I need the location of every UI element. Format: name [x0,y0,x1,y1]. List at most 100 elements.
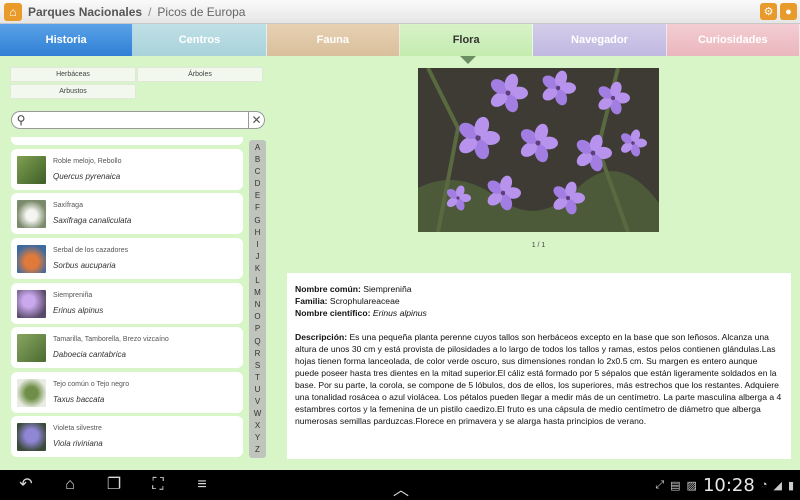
species-thumbnail [17,378,46,407]
breadcrumb-park[interactable]: Picos de Europa [157,5,245,19]
scientific-name-label: Nombre científico: [295,308,371,318]
menu-icon[interactable]: ≡ [190,475,214,495]
expand-icon: ⤢ [655,478,665,491]
list-item-partial [11,137,243,145]
tab-curiosidades[interactable]: Curiosidades [666,24,800,56]
species-thumbnail [17,422,46,451]
species-detail-panel: Nombre común: Siempreniña Familia: Scrop… [287,273,791,459]
user-icon[interactable]: ● [780,3,797,20]
family-label: Familia: [295,296,328,306]
alphabet-letter[interactable]: A [255,142,260,154]
alphabet-letter[interactable]: Y [255,432,260,444]
species-common-name: Violeta silvestre [53,424,102,432]
species-thumbnail [17,155,46,184]
alphabet-letter[interactable]: T [255,372,260,384]
clock: 10:28 [702,474,755,496]
filter-arboles[interactable]: Árboles [137,67,263,82]
alphabet-letter[interactable]: X [255,420,260,432]
alphabet-letter[interactable]: Z [255,444,260,456]
scientific-name-value: Erinus alpinus [372,308,427,318]
sd-card-icon: ▤ [670,479,681,492]
tab-historia[interactable]: Historia [0,24,134,56]
alphabet-letter[interactable]: J [256,251,260,263]
alphabet-letter[interactable]: D [255,178,261,190]
species-scientific-name: Sorbus aucuparia [53,260,116,270]
filter-herbaceas[interactable]: Herbáceas [10,67,136,82]
tab-navegador[interactable]: Navegador [533,24,667,56]
screenshot-icon[interactable]: ⛶ [146,475,170,495]
active-tab-pointer-icon [460,56,476,64]
clear-search-icon[interactable]: ✕ [248,112,264,128]
species-photo[interactable] [418,68,659,232]
section-tabs: Historia Centros Fauna Flora Navegador C… [0,24,800,56]
list-item[interactable]: Roble melojo, Rebollo Quercus pyrenaica [11,149,243,190]
tab-centros[interactable]: Centros [133,24,267,56]
species-scientific-name: Erinus alpinus [53,305,104,315]
species-common-name: Tamarilla, Tamborella, Brezo vizcaíno [53,335,169,343]
alphabet-letter[interactable]: U [255,384,261,396]
gallery-icon: ▨ [686,479,697,492]
list-item[interactable]: Tamarilla, Tamborella, Brezo vizcaíno Da… [11,327,243,368]
alphabet-letter[interactable]: P [255,323,260,335]
family-value: Scrophulareaceae [329,296,400,306]
alphabet-letter[interactable]: K [255,263,260,275]
species-common-name: Roble melojo, Rebollo [53,157,122,165]
alphabet-letter[interactable]: F [255,202,260,214]
species-scientific-name: Daboecia cantabrica [53,349,126,359]
species-thumbnail [17,289,46,318]
species-common-name: Saxífraga [53,201,83,209]
species-thumbnail [17,333,46,362]
common-name-label: Nombre común: [295,284,361,294]
species-thumbnail [17,244,46,273]
species-scientific-name: Viola riviniana [53,438,103,448]
common-name-value: Siempreniña [363,284,412,294]
home-nav-icon[interactable]: ⌂ [58,475,82,495]
species-scientific-name: Taxus baccata [53,394,105,404]
list-item[interactable]: Saxífraga Saxifraga canaliculata [11,193,243,234]
wifi-icon: ◔ [760,479,768,491]
battery-icon: ▮ [787,479,794,492]
species-scientific-name: Quercus pyrenaica [53,171,121,181]
back-icon[interactable]: ↶ [14,475,38,495]
alphabet-letter[interactable]: S [255,360,260,372]
alphabet-letter[interactable]: M [254,287,261,299]
species-list[interactable]: Roble melojo, Rebollo Quercus pyrenaica … [11,132,244,460]
filter-arbustos[interactable]: Arbustos [10,84,136,99]
alphabet-letter[interactable]: B [255,154,260,166]
alphabet-letter[interactable]: W [254,408,262,420]
alphabet-letter[interactable]: R [255,348,261,360]
search-bar: ⚲ ✕ [11,111,265,129]
home-icon[interactable]: ⌂ [4,2,22,21]
alphabet-letter[interactable]: L [255,275,259,287]
tab-flora[interactable]: Flora [399,24,534,56]
list-item[interactable]: Tejo común o Tejo negro Taxus baccata [11,372,243,413]
description-label: Descripción: [295,332,348,342]
description-text: Es una pequeña planta perenne cuyos tall… [295,332,782,426]
alphabet-letter[interactable]: O [254,311,260,323]
species-common-name: Serbal de los cazadores [53,246,129,254]
alphabet-letter[interactable]: N [255,299,261,311]
alphabet-letter[interactable]: Q [254,336,260,348]
list-item[interactable]: Siempreniña Erinus alpinus [11,283,243,324]
settings-gear-icon[interactable]: ⚙ [760,3,777,20]
alphabet-letter[interactable]: I [256,239,258,251]
alphabet-index[interactable]: ABCDEFGHIJKLMNOPQRSTUVWXYZ [249,140,266,458]
search-icon: ⚲ [16,113,26,127]
breadcrumb-separator: / [148,4,152,19]
search-input[interactable] [29,113,248,127]
list-item[interactable]: Violeta silvestre Viola riviniana [11,416,243,457]
species-common-name: Siempreniña [53,291,93,299]
alphabet-letter[interactable]: C [255,166,261,178]
recent-apps-icon[interactable]: ❐ [102,475,126,495]
chevron-up-icon[interactable]: ︿ [389,476,413,499]
gallery-counter: 1 / 1 [531,242,546,249]
alphabet-letter[interactable]: V [255,396,260,408]
app-title: Parques Nacionales [28,4,143,19]
list-item[interactable]: Serbal de los cazadores Sorbus aucuparia [11,238,243,279]
species-thumbnail [17,199,46,228]
tab-fauna[interactable]: Fauna [266,24,400,56]
alphabet-letter[interactable]: H [255,227,261,239]
alphabet-letter[interactable]: G [254,215,260,227]
flower-photo-image [418,68,659,232]
alphabet-letter[interactable]: E [255,190,260,202]
